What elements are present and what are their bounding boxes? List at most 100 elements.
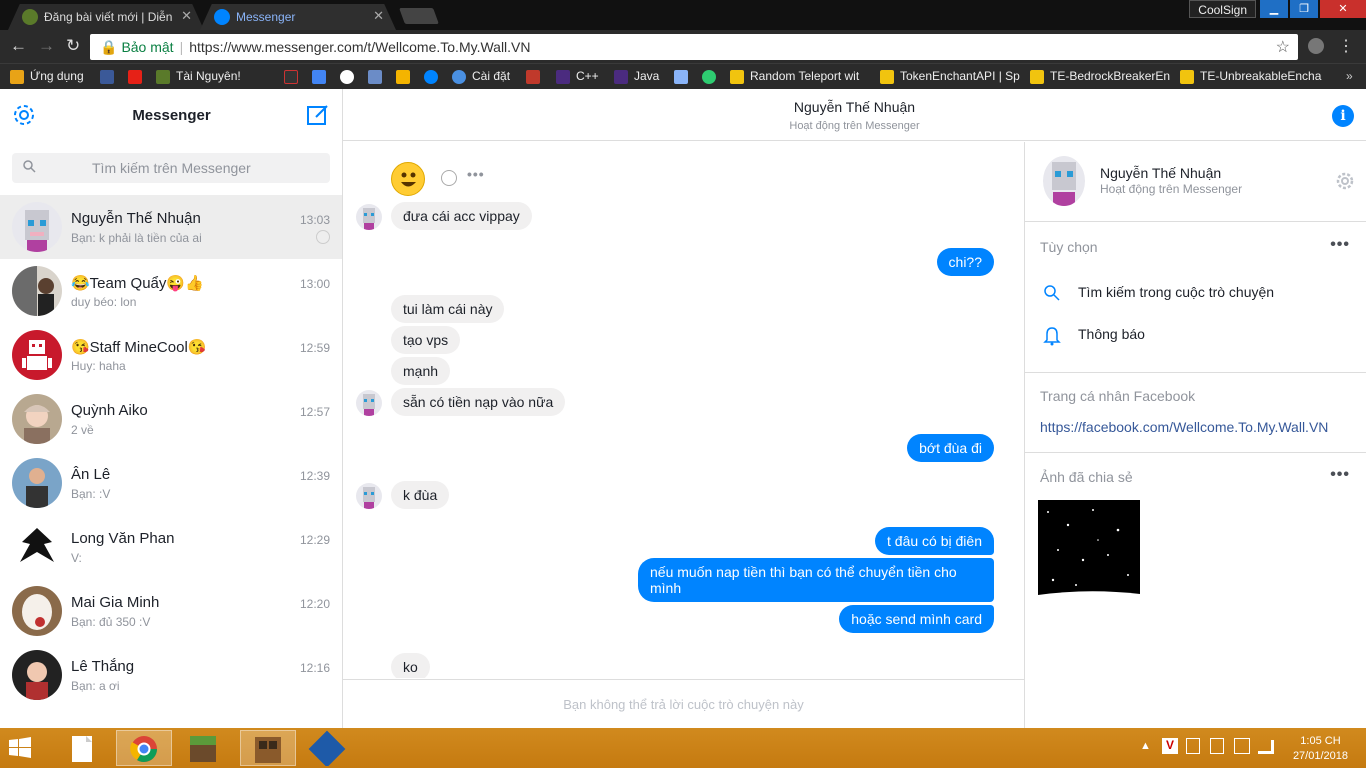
chat-contact-name[interactable]: Nguyễn Thế Nhuận <box>343 99 1366 115</box>
calculator-icon[interactable] <box>368 70 382 84</box>
message-bubble-outgoing: nếu muốn nap tiền thì bạn có thể chuyển … <box>638 558 994 602</box>
tray-expand-icon[interactable]: ▲ <box>1140 740 1151 752</box>
conversation-item[interactable]: Lê Thắng Bạn: a ơi 12:16 <box>0 643 342 707</box>
close-tab-icon[interactable]: ✕ <box>373 8 384 24</box>
conversation-item[interactable]: 😘Staff MineCool😘 Huy: haha 12:59 <box>0 323 342 387</box>
search-in-conversation-option[interactable]: Tìm kiếm trong cuộc trò chuyện <box>1078 284 1274 300</box>
message-bubble-outgoing: bớt đùa đi <box>907 434 994 462</box>
youtube-icon[interactable] <box>128 70 142 84</box>
divider <box>1025 372 1366 373</box>
forward-arrow-icon[interactable]: → <box>38 36 55 56</box>
globe-icon[interactable] <box>702 70 716 84</box>
network-signal-icon[interactable] <box>1258 740 1274 754</box>
bookmark-token-enchant[interactable]: TokenEnchantAPI | Sp <box>880 69 1020 84</box>
document-icon[interactable] <box>674 70 688 84</box>
tab-messenger[interactable]: Messenger ✕ <box>200 4 396 30</box>
bookmark-label: TE-UnbreakableEncha <box>1200 69 1322 83</box>
browser-tab-strip: Đăng bài viết mới | Diễn ✕ Messenger ✕ C… <box>0 0 1366 30</box>
volume-muted-icon[interactable] <box>1234 738 1250 754</box>
conversation-snippet: Bạn: :V <box>71 487 111 501</box>
bookmark-settings[interactable]: Cài đặt <box>452 69 510 84</box>
bookmark-cpp[interactable]: C++ <box>556 69 599 84</box>
action-center-flag-icon[interactable] <box>1210 738 1224 754</box>
compose-icon[interactable] <box>306 103 330 132</box>
more-bookmarks-icon[interactable]: » <box>1346 69 1353 83</box>
coolsign-button[interactable]: CoolSign <box>1189 0 1256 18</box>
settings-gear-icon[interactable] <box>1336 172 1354 195</box>
conversation-time: 12:39 <box>299 469 330 483</box>
react-smiley-icon[interactable] <box>441 170 457 186</box>
browser-menu-icon[interactable]: ⋮ <box>1338 36 1354 56</box>
bookmark-star-icon[interactable]: ☆ <box>1276 37 1290 57</box>
restore-icon[interactable]: ❐ <box>1290 0 1318 18</box>
bookmark-resources[interactable]: Tài Nguyên! <box>156 69 241 84</box>
bookmark-unbreakable[interactable]: TE-UnbreakableEncha <box>1180 69 1321 84</box>
contact-avatar <box>356 483 382 509</box>
bookmark-label: Ứng dụng <box>30 69 84 83</box>
windows-start-icon[interactable] <box>8 736 32 765</box>
new-tab-button[interactable] <box>399 8 439 24</box>
file-explorer-taskbar-button[interactable] <box>58 730 114 766</box>
bookmark-java[interactable]: Java <box>614 69 659 84</box>
tab-forum[interactable]: Đăng bài viết mới | Diễn ✕ <box>8 4 204 30</box>
bookmark-bedrock-breaker[interactable]: TE-BedrockBreakerEn <box>1030 69 1170 84</box>
conversation-item[interactable]: Mai Gia Minh Bạn: đủ 350 :V 12:20 <box>0 579 342 643</box>
drive-icon[interactable] <box>396 70 410 84</box>
search-icon <box>1043 284 1061 307</box>
close-tab-icon[interactable]: ✕ <box>181 8 192 24</box>
taskbar-clock[interactable]: 1:05 CH 27/01/2018 <box>1293 734 1348 764</box>
options-title: Tùy chọn <box>1040 239 1098 255</box>
back-arrow-icon[interactable]: ← <box>10 36 27 56</box>
message-bubble-outgoing: t đâu có bị điên <box>875 527 994 555</box>
crafting-table-taskbar-button[interactable] <box>240 730 296 766</box>
bookmark-random-teleport[interactable]: Random Teleport wit <box>730 69 859 84</box>
details-name[interactable]: Nguyễn Thế Nhuận <box>1100 165 1221 181</box>
google-icon[interactable] <box>340 70 354 84</box>
conversation-item[interactable]: Ân Lê Bạn: :V 12:39 <box>0 451 342 515</box>
virtualbox-taskbar-button[interactable] <box>300 730 356 768</box>
minimize-icon[interactable]: ▁ <box>1260 0 1288 18</box>
shared-photo-thumbnail[interactable] <box>1038 500 1140 603</box>
spigot-icon <box>1030 69 1044 84</box>
conversation-item[interactable]: 😂Team Quẩy😜👍 duy béo: lon 13:00 <box>0 259 342 323</box>
minecraft-taskbar-button[interactable] <box>178 730 234 766</box>
shared-photos-more-icon[interactable]: ••• <box>1330 466 1350 484</box>
conversation-time: 12:29 <box>299 533 330 547</box>
folder-icon <box>556 69 570 84</box>
translate-icon[interactable] <box>312 70 326 84</box>
conversation-item[interactable]: Nguyễn Thế Nhuận Bạn: k phải là tiền của… <box>0 195 342 259</box>
conversation-details-panel: Nguyễn Thế Nhuận Hoạt động trên Messenge… <box>1024 142 1366 728</box>
info-icon[interactable]: i <box>1332 105 1354 127</box>
bell-icon <box>1043 326 1061 351</box>
conversation-name: 😂Team Quẩy😜👍 <box>71 275 204 292</box>
bookmark-apps[interactable]: Ứng dụng <box>10 69 84 84</box>
bs-icon[interactable] <box>284 70 298 84</box>
facebook-icon[interactable] <box>100 70 114 84</box>
options-more-icon[interactable]: ••• <box>1330 236 1350 254</box>
facebook-profile-title: Trang cá nhân Facebook <box>1040 388 1196 404</box>
reload-icon[interactable]: ↻ <box>66 36 80 56</box>
conversation-name: Ân Lê <box>71 466 111 483</box>
messenger-icon[interactable] <box>424 70 438 84</box>
more-options-icon[interactable]: ••• <box>467 166 485 182</box>
conversation-item[interactable]: Quỳnh Aiko 2 về 12:57 <box>0 387 342 451</box>
conversation-name: Quỳnh Aiko <box>71 402 148 419</box>
conversation-name: Nguyễn Thế Nhuận <box>71 210 201 227</box>
close-window-icon[interactable]: ✕ <box>1320 0 1366 18</box>
search-input[interactable]: Tìm kiếm trên Messenger <box>12 153 330 183</box>
chat-contact-status: Hoạt động trên Messenger <box>789 120 920 132</box>
avatar <box>12 330 62 380</box>
message-bubble-incoming: tui làm cái này <box>391 295 505 323</box>
chrome-taskbar-button[interactable] <box>116 730 172 766</box>
extension-icon[interactable] <box>1308 38 1324 54</box>
secure-label: Bảo mật <box>121 39 174 55</box>
bookmark-label: Cài đặt <box>472 69 511 83</box>
address-bar[interactable]: 🔒 Bảo mật | https://www.messenger.com/t/Wel… <box>90 34 1298 60</box>
device-icon[interactable] <box>1186 738 1200 754</box>
conversation-item[interactable]: Long Văn Phan V: 12:29 <box>0 515 342 579</box>
facebook-profile-link[interactable]: https://facebook.com/Wellcome.To.My.Wall… <box>1040 419 1328 435</box>
notifications-option[interactable]: Thông báo <box>1078 326 1145 342</box>
vtc-icon[interactable] <box>526 70 540 84</box>
vietkey-icon[interactable]: V <box>1162 738 1178 754</box>
conversation-time: 12:59 <box>299 341 330 355</box>
